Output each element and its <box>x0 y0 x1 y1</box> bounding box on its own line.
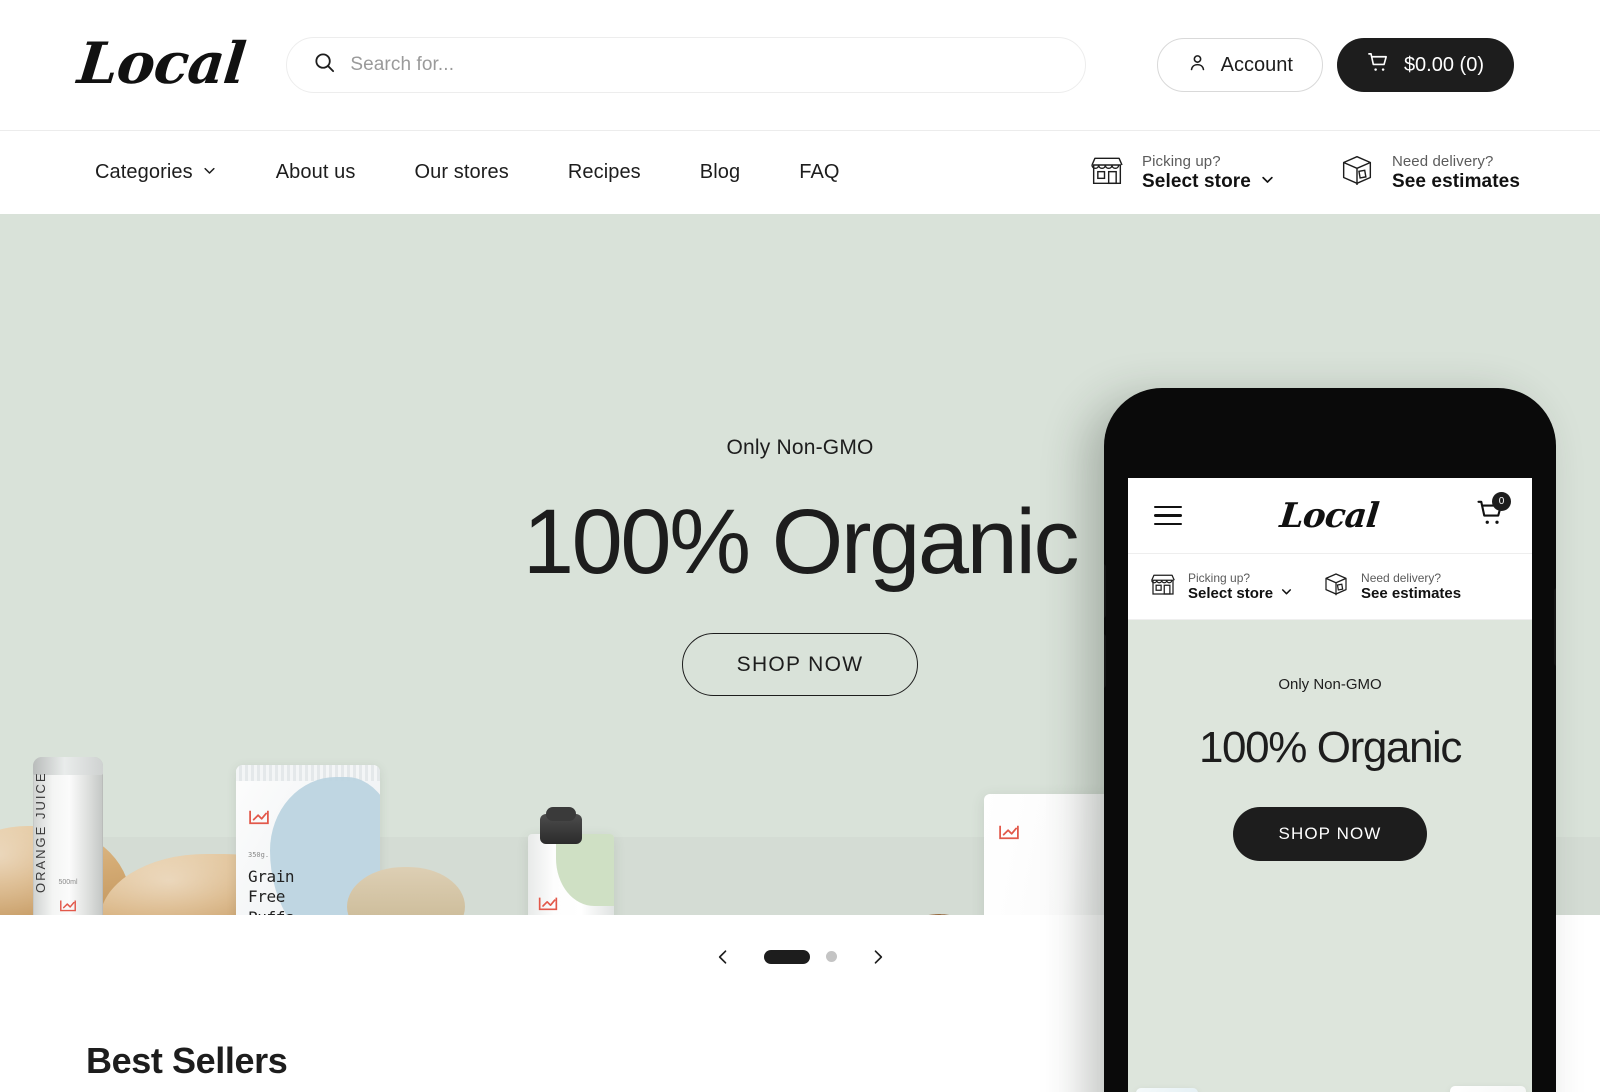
phone-hero-product-left <box>1136 1088 1198 1092</box>
phone-pickup-question: Picking up? <box>1188 571 1251 585</box>
brand-mark-icon <box>538 897 558 911</box>
pickup-text: Picking up? Select store <box>1142 153 1275 193</box>
nav-links: Categories About us Our stores Recipes B… <box>95 161 840 184</box>
product-multi-mix-flour: 500gr. Multi MixFLOUR gluten free <box>984 794 1116 915</box>
phone-pickup-store-selector[interactable]: Picking up? Select store <box>1148 569 1293 604</box>
chevron-right-icon <box>874 949 882 964</box>
carousel-next-button[interactable] <box>865 944 891 970</box>
search-box[interactable] <box>286 37 1087 93</box>
nav-item-recipes[interactable]: Recipes <box>568 161 641 184</box>
storefront-icon <box>1148 569 1178 604</box>
phone-hero-product-right <box>1450 1086 1526 1092</box>
user-icon <box>1187 52 1208 79</box>
phone-shop-now-button[interactable]: SHOP NOW <box>1232 807 1428 861</box>
delivery-action: See estimates <box>1391 170 1520 192</box>
carton-leaf-shape <box>556 834 614 906</box>
phone-delivery-question: Need delivery? <box>1361 571 1442 585</box>
nav-item-categories[interactable]: Categories <box>95 161 217 184</box>
carton-cap <box>540 807 582 844</box>
hero-kicker: Only Non-GMO <box>726 436 874 459</box>
phone-hero-title: 100% Organic <box>1198 723 1462 772</box>
chevron-down-icon <box>1260 171 1275 193</box>
site-header: Local Account <box>0 0 1600 131</box>
juice-volume: 500ml <box>58 879 78 886</box>
hero-shop-now-button[interactable]: SHOP NOW <box>681 633 919 696</box>
brand-mark-icon <box>60 900 76 912</box>
chevron-down-icon <box>202 161 217 184</box>
main-navigation: Categories About us Our stores Recipes B… <box>0 131 1600 214</box>
carousel-prev-button[interactable] <box>710 944 736 970</box>
storefront-icon <box>1087 150 1127 195</box>
nav-item-our-stores[interactable]: Our stores <box>414 161 508 184</box>
pickup-action-label: Select store <box>1142 170 1251 192</box>
phone-header: Local 0 <box>1128 478 1532 554</box>
phone-hero-banner: Only Non-GMO 100% Organic SHOP NOW <box>1128 620 1532 1092</box>
phone-cart-button[interactable]: 0 <box>1476 492 1511 533</box>
puffs-label: GrainFreePuffs <box>248 867 295 915</box>
phone-pickup-action-label: Select store <box>1188 585 1274 602</box>
phone-volume-up-button <box>1104 564 1106 618</box>
phone-service-bar: Picking up? Select store Need delivery? … <box>1128 554 1532 620</box>
chevron-down-icon <box>1280 585 1293 602</box>
product-orange-juice: ORANGE JUICE 500ml <box>33 757 103 915</box>
nav-label-faq: FAQ <box>799 161 840 183</box>
phone-power-button <box>1554 588 1556 666</box>
cart-button[interactable]: $0.00 (0) <box>1336 38 1514 92</box>
phone-delivery-action: See estimates <box>1361 585 1462 602</box>
hamburger-menu-icon[interactable] <box>1154 505 1182 526</box>
delivery-text: Need delivery? See estimates <box>1392 153 1520 193</box>
cart-icon <box>1367 51 1390 80</box>
nav-label-categories: Categories <box>95 161 193 183</box>
delivery-question: Need delivery? <box>1391 152 1494 170</box>
nav-item-blog[interactable]: Blog <box>700 161 740 184</box>
carousel-dot-2[interactable] <box>825 951 837 962</box>
delivery-estimates[interactable]: Need delivery? See estimates <box>1337 150 1520 195</box>
page-root: Local Account <box>0 0 1600 1092</box>
product-coconut-drink: 500ml Coconutdrinkwithoutsugar 100% orga… <box>528 807 614 915</box>
search-input[interactable] <box>350 54 1060 76</box>
hamburger-line-3 <box>1154 522 1182 526</box>
package-box-icon <box>1337 150 1377 195</box>
phone-pickup-text: Picking up? Select store <box>1188 571 1293 602</box>
carousel-dot-1[interactable] <box>763 949 810 964</box>
brand-mark-icon <box>999 825 1019 840</box>
nav-item-faq[interactable]: FAQ <box>799 161 839 184</box>
pickup-action: Select store <box>1142 171 1275 193</box>
hamburger-line-1 <box>1154 505 1182 509</box>
phone-cart-badge: 0 <box>1491 492 1511 511</box>
carousel-dots <box>763 949 837 964</box>
phone-hero-kicker: Only Non-GMO <box>1278 676 1382 693</box>
search-region <box>216 37 1157 93</box>
product-sea-buckthorn-jam: 370g. SeaBuckthornJam 100% organic <box>347 867 465 915</box>
hero-title: 100% Organic <box>522 491 1080 593</box>
hamburger-line-2 <box>1154 514 1182 517</box>
nav-label-recipes: Recipes <box>567 161 641 183</box>
nav-item-about-us[interactable]: About us <box>276 161 356 184</box>
phone-brand-logo[interactable]: Local <box>1278 496 1380 536</box>
phone-delivery-estimates[interactable]: Need delivery? See estimates <box>1321 569 1461 604</box>
puffs-weight: 350g. <box>248 851 270 859</box>
phone-mockup: Local 0 Picking up? Select store Need de… <box>1104 388 1556 1092</box>
package-box-icon <box>1321 569 1351 604</box>
phone-pickup-action: Select store <box>1188 585 1293 602</box>
account-button[interactable]: Account <box>1156 38 1323 92</box>
pickup-question: Picking up? <box>1142 152 1221 170</box>
phone-delivery-text: Need delivery? See estimates <box>1361 571 1461 602</box>
pickup-store-selector[interactable]: Picking up? Select store <box>1087 150 1275 195</box>
brand-logo[interactable]: Local <box>75 30 248 97</box>
nav-label-blog: Blog <box>699 161 741 183</box>
header-actions: Account $0.00 (0) <box>1156 38 1514 92</box>
search-icon <box>313 51 336 79</box>
cart-total-label: $0.00 (0) <box>1403 53 1484 76</box>
phone-screen: Local 0 Picking up? Select store Need de… <box>1128 478 1532 1092</box>
brand-mark-icon <box>249 810 269 825</box>
nav-label-about-us: About us <box>275 161 356 183</box>
chevron-left-icon <box>718 949 726 964</box>
nav-label-our-stores: Our stores <box>414 161 509 183</box>
phone-volume-down-button <box>1104 634 1106 688</box>
account-label: Account <box>1220 53 1293 76</box>
